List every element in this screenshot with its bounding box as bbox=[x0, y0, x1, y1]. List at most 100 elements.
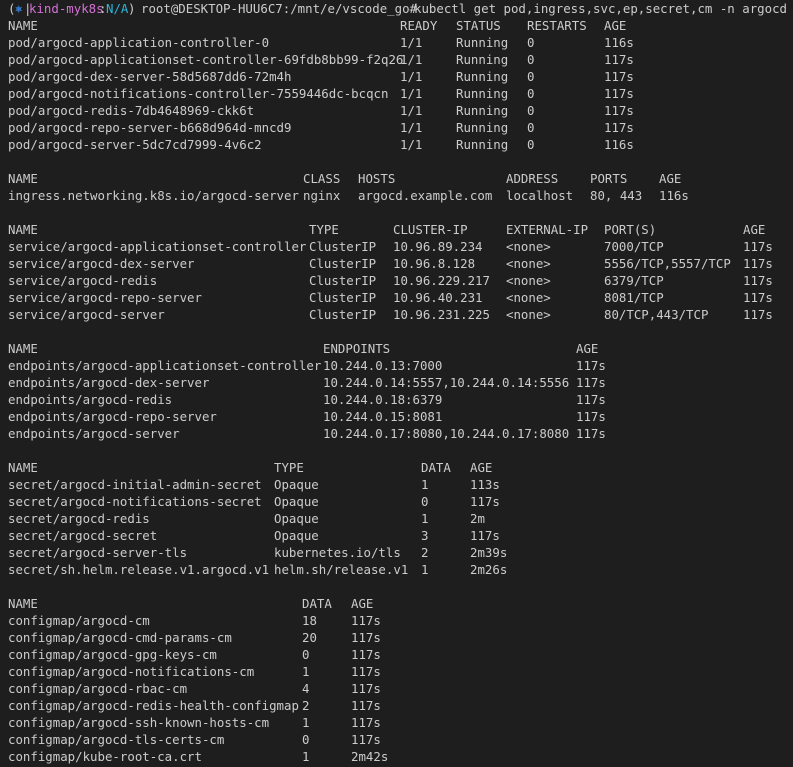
cell-port-s: 80/TCP,443/TCP bbox=[604, 307, 709, 322]
column-header-age: AGE bbox=[659, 171, 682, 186]
cell-class: nginx bbox=[303, 188, 341, 203]
cell-external-ip: <none> bbox=[506, 290, 551, 305]
cell-data: 2 bbox=[302, 698, 310, 713]
cell-data: 0 bbox=[302, 647, 310, 662]
cell-name: pod/argocd-redis-7db4648969-ckk6t bbox=[8, 103, 255, 118]
cell-endpoints: 10.244.0.13:7000 bbox=[323, 358, 443, 373]
cell-name: endpoints/argocd-server bbox=[8, 426, 180, 441]
cell-name: pod/argocd-notifications-controller-7559… bbox=[8, 86, 389, 101]
cell-age: 117s bbox=[576, 409, 606, 424]
cell-age: 117s bbox=[604, 86, 634, 101]
cell-age: 117s bbox=[351, 630, 381, 645]
cell-age: 117s bbox=[470, 528, 500, 543]
cell-age: 117s bbox=[604, 69, 634, 84]
column-header-age: AGE bbox=[470, 460, 493, 475]
cell-endpoints: 10.244.0.17:8080,10.244.0.17:8080 bbox=[323, 426, 570, 441]
column-header-restarts: RESTARTS bbox=[527, 18, 587, 33]
cell-status: Running bbox=[456, 120, 509, 135]
cell-data: 1 bbox=[421, 562, 429, 577]
cell-type: ClusterIP bbox=[309, 256, 377, 271]
cell-status: Running bbox=[456, 52, 509, 67]
column-header-type: TYPE bbox=[309, 222, 339, 237]
cell-data: 3 bbox=[421, 528, 429, 543]
cell-status: Running bbox=[456, 86, 509, 101]
column-header-data: DATA bbox=[421, 460, 451, 475]
cell-name: secret/argocd-redis bbox=[8, 511, 150, 526]
cell-age: 113s bbox=[470, 477, 500, 492]
cell-ready: 1/1 bbox=[400, 52, 423, 67]
column-header-external-ip: EXTERNAL-IP bbox=[506, 222, 589, 237]
cell-restarts: 0 bbox=[527, 86, 535, 101]
cell-type: ClusterIP bbox=[309, 273, 377, 288]
cell-ready: 1/1 bbox=[400, 120, 423, 135]
column-header-age: AGE bbox=[743, 222, 766, 237]
cell-age: 117s bbox=[351, 681, 381, 696]
cell-age: 117s bbox=[576, 426, 606, 441]
cell-name: ingress.networking.k8s.io/argocd-server bbox=[8, 188, 299, 203]
cell-name: service/argocd-redis bbox=[8, 273, 158, 288]
cell-port-s: 5556/TCP,5557/TCP bbox=[604, 256, 731, 271]
cell-restarts: 0 bbox=[527, 103, 535, 118]
cell-ready: 1/1 bbox=[400, 137, 423, 152]
cell-age: 117s bbox=[351, 664, 381, 679]
cell-age: 117s bbox=[576, 392, 606, 407]
cell-name: pod/argocd-application-controller-0 bbox=[8, 35, 270, 50]
cell-data: 1 bbox=[302, 715, 310, 730]
cell-cluster-ip: 10.96.89.234 bbox=[393, 239, 483, 254]
cell-age: 117s bbox=[743, 290, 773, 305]
cell-name: endpoints/argocd-dex-server bbox=[8, 375, 210, 390]
column-header-name: NAME bbox=[8, 596, 38, 611]
cell-name: pod/argocd-server-5dc7cd7999-4v6c2 bbox=[8, 137, 262, 152]
cell-name: pod/argocd-repo-server-b668d964d-mncd9 bbox=[8, 120, 292, 135]
cell-restarts: 0 bbox=[527, 52, 535, 67]
cell-ready: 1/1 bbox=[400, 69, 423, 84]
cell-cluster-ip: 10.96.229.217 bbox=[393, 273, 490, 288]
column-header-name: NAME bbox=[8, 341, 38, 356]
cell-age: 117s bbox=[470, 494, 500, 509]
cell-age: 2m42s bbox=[351, 749, 389, 764]
cell-age: 116s bbox=[659, 188, 689, 203]
column-header-cluster-ip: CLUSTER-IP bbox=[393, 222, 468, 237]
cell-age: 2m bbox=[470, 511, 485, 526]
cell-port-s: 6379/TCP bbox=[604, 273, 664, 288]
cell-name: service/argocd-server bbox=[8, 307, 165, 322]
cell-restarts: 0 bbox=[527, 35, 535, 50]
cell-name: configmap/argocd-tls-certs-cm bbox=[8, 732, 225, 747]
column-header-name: NAME bbox=[8, 460, 38, 475]
cell-restarts: 0 bbox=[527, 137, 535, 152]
cell-data: 18 bbox=[302, 613, 317, 628]
column-header-ports: PORTS bbox=[590, 171, 628, 186]
cell-age: 117s bbox=[576, 375, 606, 390]
cell-age: 116s bbox=[604, 35, 634, 50]
cell-ready: 1/1 bbox=[400, 103, 423, 118]
cell-external-ip: <none> bbox=[506, 239, 551, 254]
cell-hosts: argocd.example.com bbox=[358, 188, 493, 203]
cell-data: 0 bbox=[421, 494, 429, 509]
cell-name: pod/argocd-dex-server-58d5687dd6-72m4h bbox=[8, 69, 292, 84]
cell-age: 117s bbox=[604, 52, 634, 67]
cell-age: 117s bbox=[351, 613, 381, 628]
cell-name: configmap/argocd-notifications-cm bbox=[8, 664, 255, 679]
cell-age: 117s bbox=[351, 647, 381, 662]
cell-name: configmap/argocd-rbac-cm bbox=[8, 681, 188, 696]
prompt-namespace: N/A bbox=[106, 1, 129, 16]
column-header-port-s: PORT(S) bbox=[604, 222, 657, 237]
terminal-window[interactable]: ( ⎈ | kind-myk8s : N/A ) root@DESKTOP-HU… bbox=[0, 0, 793, 767]
column-header-status: STATUS bbox=[456, 18, 501, 33]
prompt-close-paren: ) bbox=[128, 1, 136, 16]
cell-endpoints: 10.244.0.14:5557,10.244.0.14:5556 bbox=[323, 375, 570, 390]
cell-age: 117s bbox=[604, 120, 634, 135]
cell-ready: 1/1 bbox=[400, 86, 423, 101]
cell-port-s: 7000/TCP bbox=[604, 239, 664, 254]
cell-name: secret/argocd-secret bbox=[8, 528, 158, 543]
cell-age: 117s bbox=[743, 307, 773, 322]
cell-data: 4 bbox=[302, 681, 310, 696]
cell-type: helm.sh/release.v1 bbox=[274, 562, 409, 577]
cell-data: 0 bbox=[302, 732, 310, 747]
cell-status: Running bbox=[456, 137, 509, 152]
cell-age: 117s bbox=[743, 239, 773, 254]
cell-cluster-ip: 10.96.231.225 bbox=[393, 307, 490, 322]
prompt-user-path: root@DESKTOP-HUU6C7:/mnt/e/vscode_go# bbox=[141, 1, 418, 16]
cell-type: ClusterIP bbox=[309, 290, 377, 305]
cell-data: 20 bbox=[302, 630, 317, 645]
